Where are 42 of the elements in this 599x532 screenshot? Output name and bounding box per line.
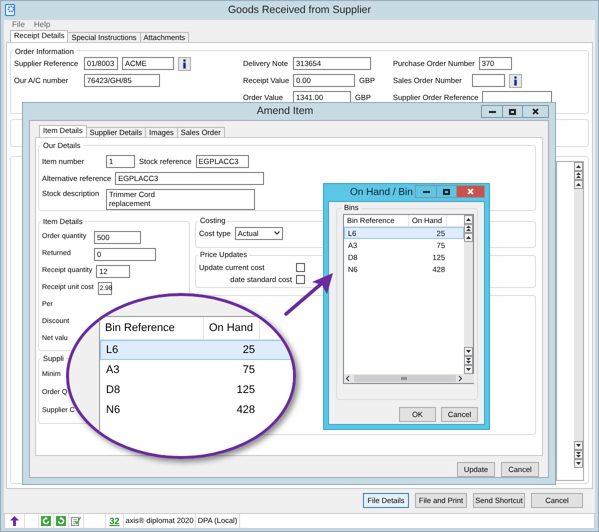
- window-title: On Hand / Bin: [349, 186, 414, 199]
- text-field[interactable]: [472, 74, 505, 88]
- minimize-icon: [488, 110, 496, 112]
- maximize-icon: [509, 108, 516, 114]
- minimize-icon: [422, 190, 430, 192]
- list-row[interactable]: N6 428: [100, 400, 293, 420]
- bin-reference: A3: [105, 363, 120, 378]
- list-row[interactable]: L6 25: [100, 340, 293, 360]
- list-row[interactable]: D8 125: [100, 380, 293, 400]
- menu-item[interactable]: File: [12, 20, 25, 30]
- on-hand-value: 25: [242, 343, 255, 358]
- on-hand-value: 75: [242, 363, 255, 378]
- info-icon: [182, 58, 187, 69]
- info-icon: [513, 76, 518, 86]
- scrollbar[interactable]: [464, 215, 473, 374]
- on-hand-value: 125: [236, 383, 255, 398]
- checkbox[interactable]: [296, 275, 305, 284]
- window-title: Goods Received from Supplier: [227, 4, 372, 17]
- column-header[interactable]: On Hand: [204, 317, 260, 339]
- checklist-icon[interactable]: [71, 516, 81, 526]
- bin-reference: L6: [105, 343, 120, 358]
- close-icon: [532, 108, 539, 115]
- info-button[interactable]: [178, 56, 191, 71]
- window-title: Amend Item: [256, 105, 314, 118]
- refresh-icon[interactable]: [41, 516, 51, 526]
- info-button[interactable]: [509, 74, 522, 88]
- close-icon: [467, 188, 474, 195]
- maximize-icon: [443, 188, 450, 194]
- app-icon: [5, 4, 16, 16]
- refresh-icon[interactable]: [56, 516, 66, 526]
- list-row[interactable]: A3 75: [100, 360, 293, 380]
- checkbox[interactable]: [296, 263, 305, 272]
- column-header[interactable]: Bin Reference: [100, 317, 204, 339]
- scrollbar[interactable]: [344, 374, 474, 383]
- on-hand-value: 428: [236, 403, 255, 418]
- caret-icon: [274, 231, 280, 235]
- bin-reference: N6: [105, 403, 122, 418]
- scrollbar[interactable]: [574, 162, 583, 468]
- count-link[interactable]: 32: [109, 516, 120, 526]
- menu-item[interactable]: Help: [34, 20, 50, 30]
- bin-reference: D8: [105, 383, 122, 398]
- up-arrow-icon[interactable]: [10, 516, 19, 526]
